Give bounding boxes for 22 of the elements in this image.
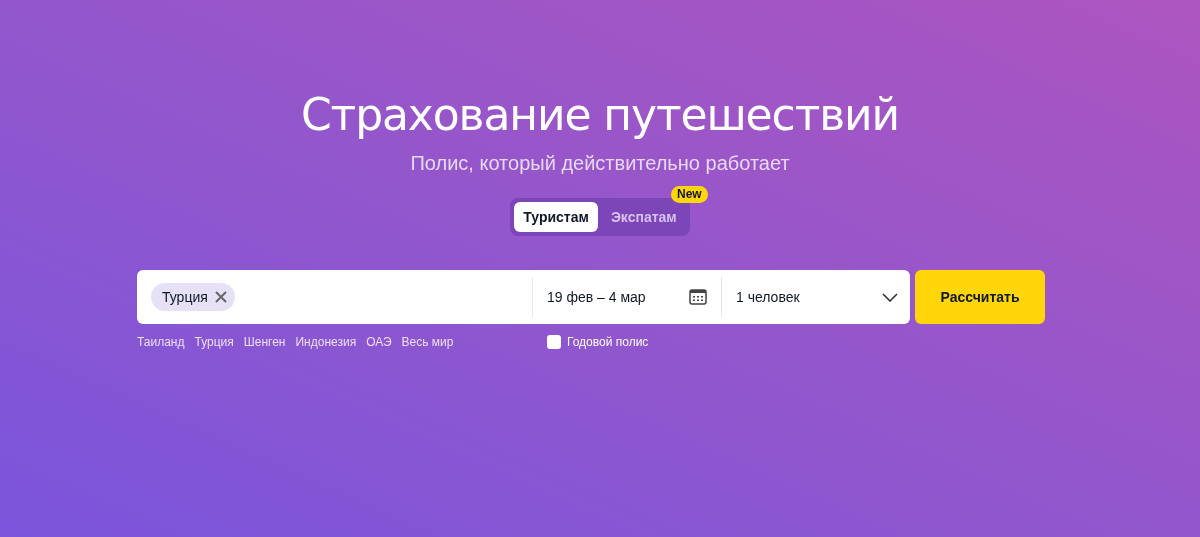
tab[interactable]: Экспатам bbox=[601, 202, 686, 232]
travelers-dropdown[interactable]: 1 человек bbox=[722, 270, 910, 324]
page-subtitle: Полис, который действительно работает bbox=[410, 151, 790, 176]
tab[interactable]: Туристам bbox=[514, 202, 598, 232]
calendar-icon bbox=[689, 289, 707, 305]
country-link[interactable]: Весь мир bbox=[401, 333, 454, 351]
country-chip[interactable]: Турция bbox=[151, 283, 235, 311]
country-link[interactable]: ОАЭ bbox=[366, 333, 392, 351]
annual-policy-checkbox[interactable]: Годовой полис bbox=[547, 333, 649, 351]
page-title: Страхование путешествий bbox=[301, 88, 899, 142]
new-badge: New bbox=[671, 186, 708, 203]
chevron-down-icon bbox=[882, 292, 898, 302]
destination-field[interactable]: Турция bbox=[137, 270, 532, 324]
country-link[interactable]: Индонезия bbox=[295, 333, 357, 351]
country-link[interactable]: Шенген bbox=[243, 333, 286, 351]
checkbox[interactable] bbox=[547, 335, 561, 349]
country-link[interactable]: Турция bbox=[194, 333, 234, 351]
date-range: 19 фев – 4 мар bbox=[547, 287, 646, 307]
calculate-button[interactable]: Рассчитать bbox=[915, 270, 1045, 324]
country-link[interactable]: Таиланд bbox=[137, 333, 185, 351]
close-icon[interactable] bbox=[214, 291, 227, 303]
date-field[interactable]: 19 фев – 4 мар bbox=[533, 270, 721, 324]
